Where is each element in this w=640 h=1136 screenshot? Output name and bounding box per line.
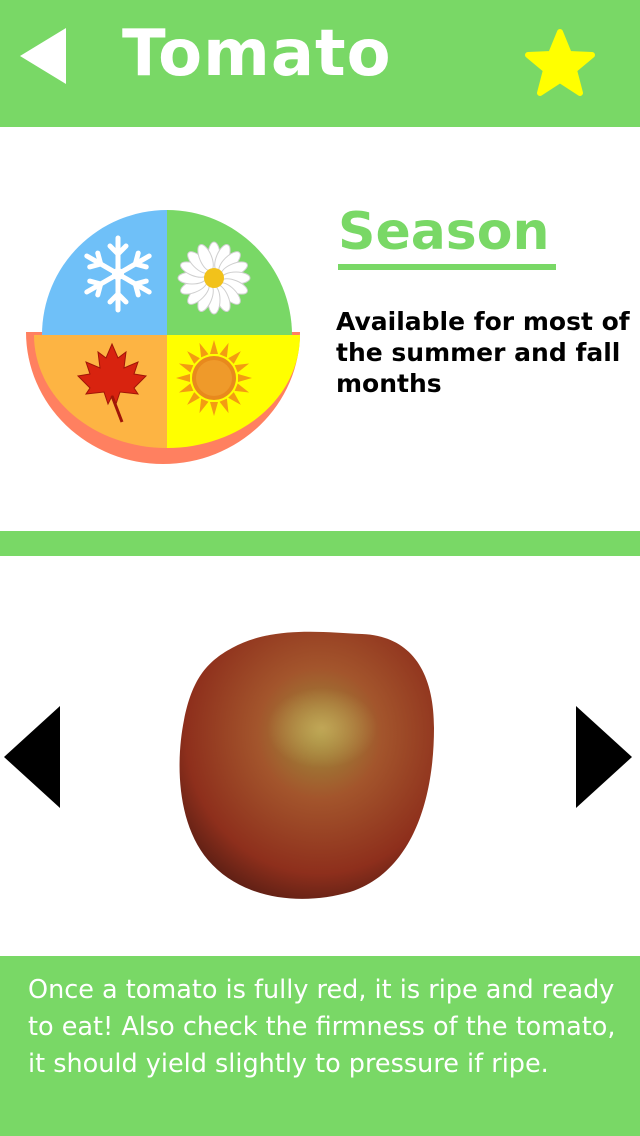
star-icon xyxy=(525,29,595,96)
season-description: Available for most of the summer and fal… xyxy=(336,307,630,398)
back-arrow-icon xyxy=(20,28,66,84)
season-heading-underline xyxy=(338,264,556,270)
favorite-button[interactable] xyxy=(524,28,596,98)
header-bar: Tomato xyxy=(0,0,640,127)
season-wheel xyxy=(24,210,304,470)
ripeness-tip-text: Once a tomato is fully red, it is ripe a… xyxy=(28,975,616,1079)
page-title: Tomato xyxy=(122,17,392,91)
section-divider xyxy=(0,531,640,556)
tomato-highlight xyxy=(267,688,377,768)
left-triangle-icon xyxy=(4,706,60,808)
season-heading: Season xyxy=(338,202,550,262)
tomato-image xyxy=(172,610,444,906)
next-image-button[interactable] xyxy=(574,706,634,808)
right-triangle-icon xyxy=(576,706,632,808)
previous-image-button[interactable] xyxy=(4,706,62,808)
sun-icon xyxy=(176,340,252,416)
daisy-icon xyxy=(177,241,251,315)
season-winter-quadrant xyxy=(42,210,167,335)
back-button[interactable] xyxy=(18,28,70,84)
